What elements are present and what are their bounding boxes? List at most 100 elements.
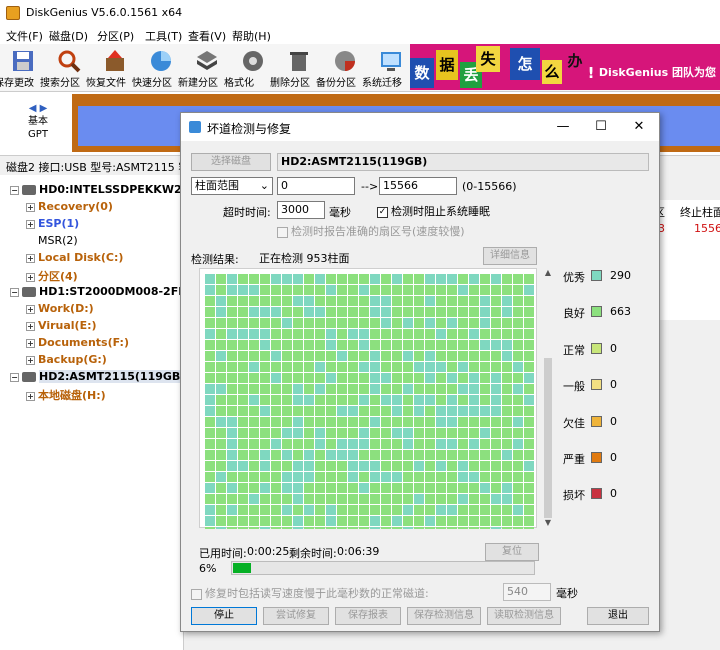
tree-node-partition[interactable]: + Virual(E:) <box>26 319 97 332</box>
stop-button[interactable]: 停止 <box>191 607 257 625</box>
checkbox-icon[interactable] <box>191 588 202 600</box>
grid-cell-excellent <box>315 384 325 394</box>
grid-cell-good <box>337 461 347 471</box>
tree-node-partition[interactable]: + 本地磁盘(H:) <box>26 387 106 403</box>
tree-node-partition[interactable]: + Backup(G:) <box>26 353 107 366</box>
close-icon[interactable]: ✕ <box>629 117 649 137</box>
tree-node-partition[interactable]: + 分区(4) <box>26 268 78 284</box>
expand-icon[interactable]: + <box>26 391 35 401</box>
checkbox-checked-icon[interactable]: ✓ <box>377 206 388 218</box>
tree-node-partition[interactable]: + Work(D:) <box>26 302 94 315</box>
menu-file[interactable]: 文件(F) <box>6 28 43 44</box>
grid-cell-excellent <box>205 505 215 515</box>
migrate-icon <box>381 52 401 71</box>
expand-icon[interactable]: + <box>26 202 35 212</box>
grid-cell-good <box>238 340 248 350</box>
grid-cell-excellent <box>282 318 292 328</box>
maximize-icon[interactable]: ☐ <box>591 117 611 137</box>
grid-cell-good <box>326 406 336 416</box>
report-sectors-checkbox[interactable]: 检测时报告准确的扇区号(速度较慢) <box>277 223 465 239</box>
reset-button[interactable]: 复位 <box>485 543 539 561</box>
save-scan-info-button[interactable]: 保存检测信息 <box>407 607 481 625</box>
grid-cell-excellent <box>425 296 435 306</box>
tree-node-partition[interactable]: + ESP(1) <box>26 217 79 230</box>
grid-cell-excellent <box>502 296 512 306</box>
grid-cell-good <box>205 340 215 350</box>
expand-icon[interactable]: + <box>26 304 35 314</box>
grid-cell-good <box>249 340 259 350</box>
grid-cell-excellent <box>381 318 391 328</box>
grid-cell-good <box>304 417 314 427</box>
grid-cell-excellent <box>205 406 215 416</box>
expand-icon[interactable]: + <box>26 219 35 229</box>
details-button[interactable]: 详细信息 <box>483 247 537 265</box>
grid-cell-good <box>238 384 248 394</box>
grid-cell-good <box>271 472 281 482</box>
grid-cell-good <box>381 483 391 493</box>
grid-cell-excellent <box>304 395 314 405</box>
exit-button[interactable]: 退出 <box>587 607 649 625</box>
prevent-sleep-checkbox[interactable]: ✓ 检测时阻止系统睡眠 <box>377 203 490 219</box>
tree-node-partition[interactable]: + Documents(F:) <box>26 336 129 349</box>
menu-disk[interactable]: 磁盘(D) <box>49 28 88 44</box>
collapse-icon[interactable]: − <box>10 185 19 195</box>
save-report-button[interactable]: 保存报表 <box>335 607 401 625</box>
grid-cell-good <box>403 329 413 339</box>
collapse-icon[interactable]: − <box>10 372 19 382</box>
tree-node-partition[interactable]: + Local Disk(C:) <box>26 251 123 264</box>
grid-cell-excellent <box>205 384 215 394</box>
repair-threshold-input[interactable]: 540 <box>503 583 551 601</box>
try-repair-button[interactable]: 尝试修复 <box>263 607 329 625</box>
column-header[interactable]: 终止柱面 <box>680 204 720 220</box>
grid-scrollbar[interactable]: ▲ ▼ <box>542 268 554 528</box>
grid-cell-excellent <box>524 373 534 383</box>
promo-banner[interactable]: 数 据 丢 失 怎 么 办 ! DiskGenius 团队为您 <box>410 44 720 90</box>
expand-icon[interactable]: + <box>26 272 35 282</box>
collapse-icon[interactable]: − <box>10 287 19 297</box>
grid-cell-good <box>271 384 281 394</box>
grid-cell-good <box>513 307 523 317</box>
load-scan-info-button[interactable]: 读取检测信息 <box>487 607 561 625</box>
menu-view[interactable]: 查看(V) <box>188 28 226 44</box>
grid-cell-good <box>337 527 347 537</box>
range-end-input[interactable]: 15566 <box>379 177 457 195</box>
menu-partition[interactable]: 分区(P) <box>97 28 134 44</box>
grid-cell-good <box>480 494 490 504</box>
grid-cell-excellent <box>260 450 270 460</box>
legend-swatch <box>591 270 602 281</box>
expand-icon[interactable]: + <box>26 338 35 348</box>
grid-cell-good <box>491 285 501 295</box>
grid-cell-good <box>403 395 413 405</box>
grid-cell-good <box>337 362 347 372</box>
scroll-up-icon[interactable]: ▲ <box>542 268 554 278</box>
grid-cell-good <box>293 439 303 449</box>
timeout-input[interactable]: 3000 <box>277 201 325 219</box>
range-mode-select[interactable]: 柱面范围 ⌄ <box>191 177 273 195</box>
grid-cell-good <box>513 472 523 482</box>
menu-help[interactable]: 帮助(H) <box>232 28 271 44</box>
menu-tools[interactable]: 工具(T) <box>145 28 182 44</box>
grid-cell-good <box>348 494 358 504</box>
grid-cell-good <box>260 373 270 383</box>
expand-icon[interactable]: + <box>26 321 35 331</box>
grid-cell-good <box>392 461 402 471</box>
grid-cell-good <box>238 417 248 427</box>
select-disk-button[interactable]: 选择磁盘 <box>191 153 271 171</box>
expand-icon[interactable]: + <box>26 355 35 365</box>
minimize-icon[interactable]: — <box>553 117 573 137</box>
expand-icon[interactable]: + <box>26 253 35 263</box>
scroll-thumb[interactable] <box>544 358 552 518</box>
dialog-titlebar[interactable]: 坏道检测与修复 — ☐ ✕ <box>181 113 659 141</box>
tree-node-partition[interactable]: + Recovery(0) <box>26 200 113 213</box>
disk-nav-arrows[interactable]: ◀ ▶ <box>18 102 58 115</box>
grid-cell-excellent <box>392 472 402 482</box>
range-start-input[interactable]: 0 <box>277 177 355 195</box>
checkbox-icon[interactable] <box>277 226 288 238</box>
scroll-down-icon[interactable]: ▼ <box>542 518 554 528</box>
repair-slow-checkbox[interactable]: 修复时包括读写速度慢于此毫秒数的正常磁道: <box>191 585 429 601</box>
delete-icon <box>290 52 308 71</box>
grid-cell-good <box>414 428 424 438</box>
system-migrate-button[interactable]: 系统迁移 <box>362 46 414 90</box>
tree-node-partition[interactable]: MSR(2) <box>38 234 78 247</box>
tree-node-hd2[interactable]: − HD2:ASMT2115(119GB) <box>10 370 186 383</box>
